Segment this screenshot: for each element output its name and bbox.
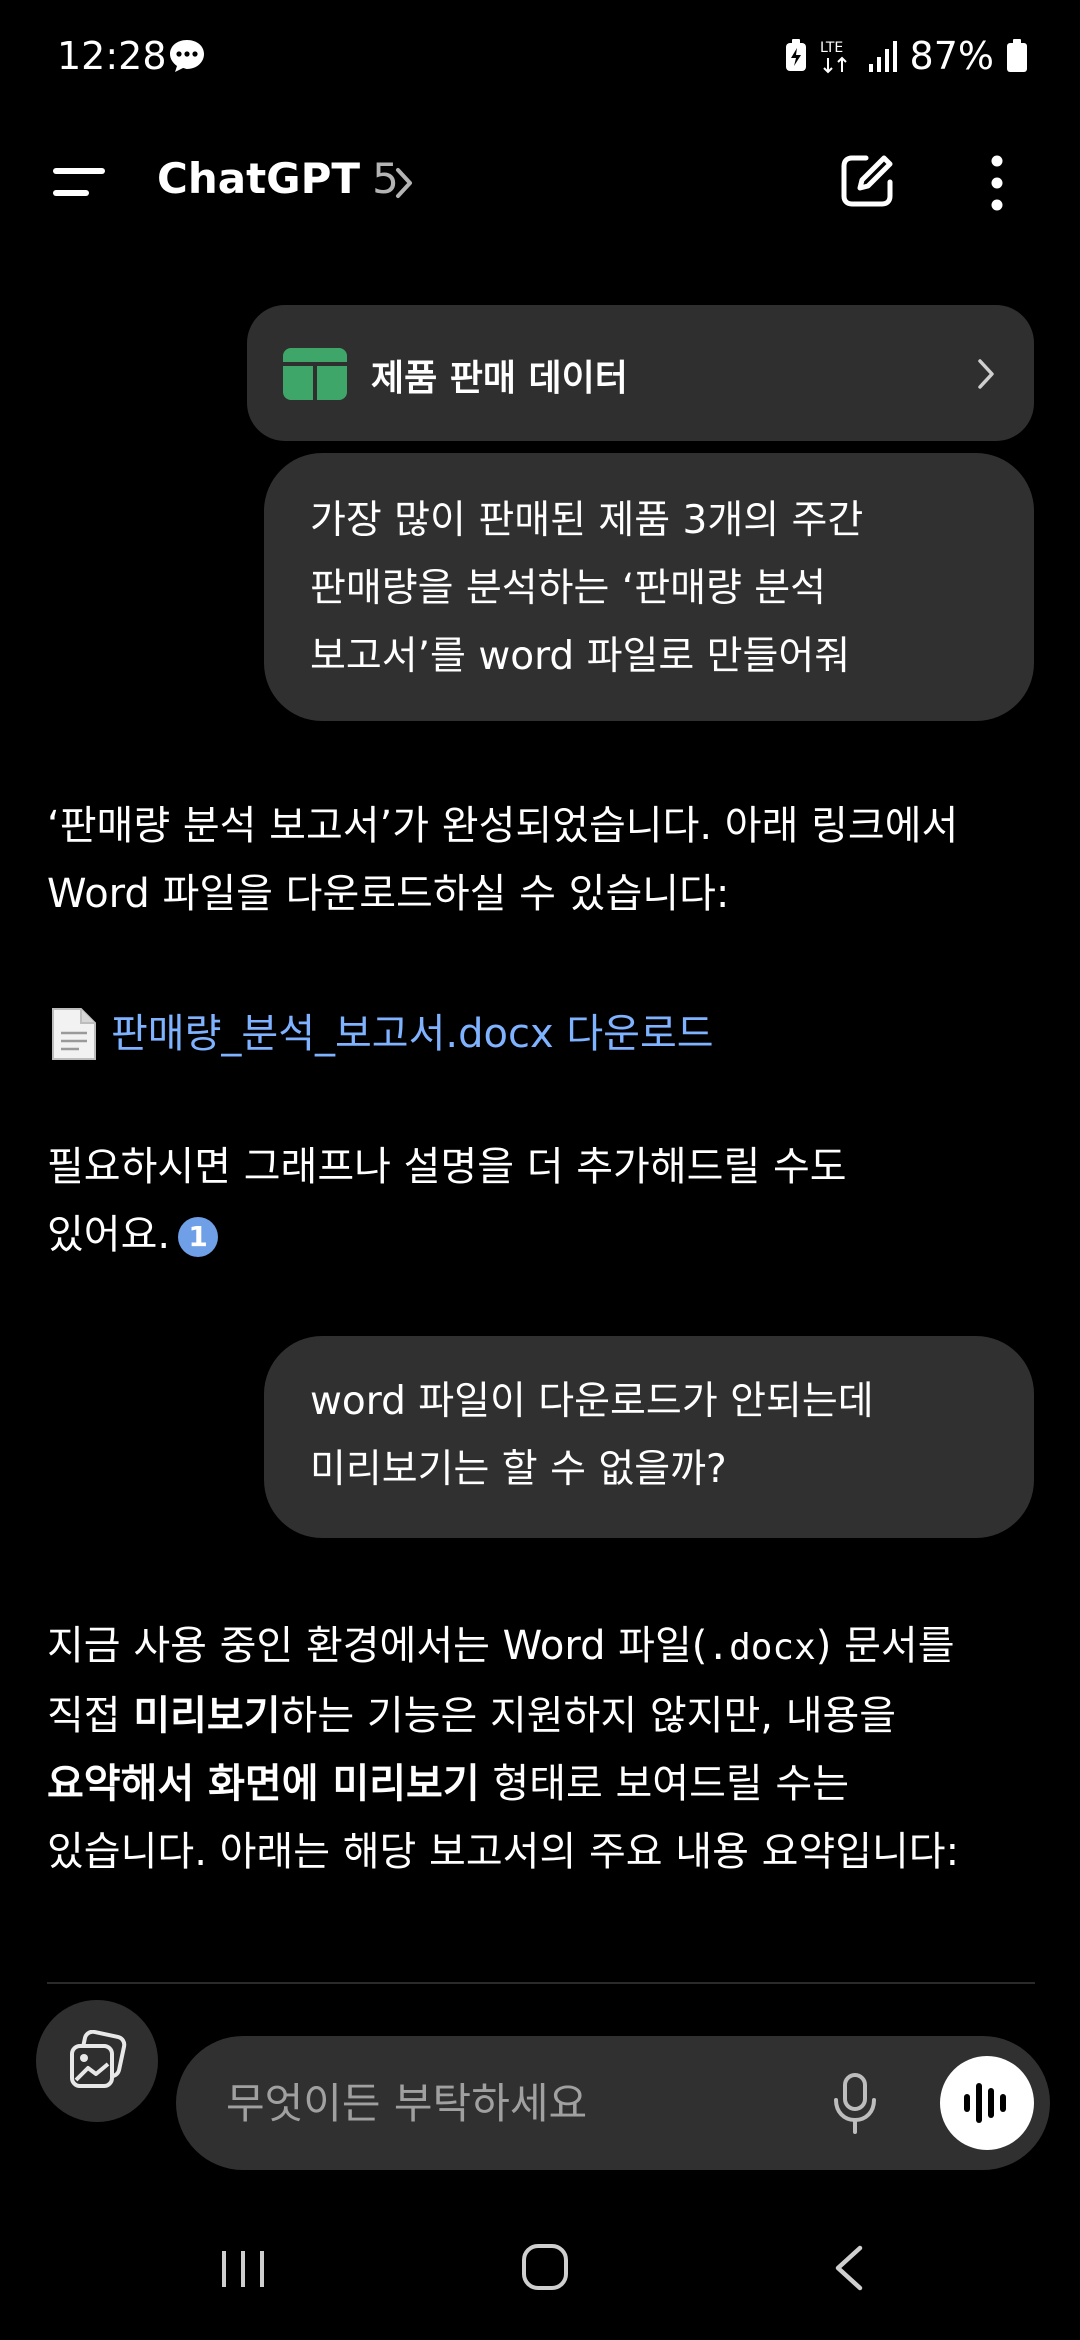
message-line: 있습니다. 아래는 해당 보고서의 주요 내용 요약입니다: xyxy=(47,1829,960,1875)
new-chat-icon[interactable] xyxy=(838,152,896,210)
chat-notification-icon xyxy=(170,40,204,72)
message-line: 필요하시면 그래프나 설명을 더 추가해드릴 수도 xyxy=(47,1144,847,1190)
download-link-row: 판매량_분석_보고서.docx 다운로드 xyxy=(47,1000,1047,1068)
message-text: 있어요. xyxy=(47,1212,171,1258)
signal-icon xyxy=(868,41,897,72)
battery-percent: 87% xyxy=(909,34,994,78)
more-options-icon[interactable] xyxy=(986,154,1008,212)
voice-mode-button[interactable] xyxy=(940,2056,1034,2150)
message-line: 가장 많이 판매된 제품 3개의 주간 xyxy=(310,498,864,543)
user-message: 가장 많이 판매된 제품 3개의 주간 판매량을 분석하는 ‘판매량 분석 보고… xyxy=(264,453,1034,721)
message-text: 지금 사용 중인 환경에서는 Word 파일( xyxy=(47,1623,708,1669)
message-line: 있어요. 1 xyxy=(47,1201,1047,1269)
attach-button[interactable] xyxy=(36,2000,158,2122)
status-bar: 12:28 LTE 87% xyxy=(0,0,1080,116)
lte-label: LTE xyxy=(820,40,843,56)
menu-icon[interactable] xyxy=(52,160,106,204)
message-line: word 파일이 다운로드가 안되는데 xyxy=(310,1379,874,1424)
message-input[interactable] xyxy=(226,2066,786,2140)
recent-apps-icon[interactable] xyxy=(218,2248,268,2290)
message-text: 형태로 보여드릴 수는 xyxy=(479,1761,850,1807)
image-attach-icon xyxy=(70,2030,127,2088)
lte-icon: LTE xyxy=(820,40,847,74)
message-text: 직접 xyxy=(47,1693,134,1739)
app-title: ChatGPT xyxy=(157,154,361,203)
message-line: 보고서’를 word 파일로 만들어줘 xyxy=(310,634,851,679)
message-text: 하는 기능은 지원하지 않지만, 내용을 xyxy=(280,1693,897,1739)
document-icon xyxy=(52,1008,96,1060)
battery-icon xyxy=(1007,39,1027,72)
content-divider xyxy=(47,1982,1035,1984)
attached-file-card[interactable]: 제품 판매 데이터 xyxy=(247,305,1034,441)
app-header: ChatGPT 5 xyxy=(0,136,1080,228)
message-line: ‘판매량 분석 보고서’가 완성되었습니다. 아래 링크에서 xyxy=(47,803,959,849)
message-line: 요약해서 화면에 미리보기 형태로 보여드릴 수는 xyxy=(47,1750,1047,1818)
bold-text: 요약해서 화면에 미리보기 xyxy=(47,1761,480,1807)
back-icon[interactable] xyxy=(830,2244,866,2292)
message-line: 미리보기는 할 수 없을까? xyxy=(310,1447,727,1492)
battery-saver-icon xyxy=(785,39,806,71)
message-line: Word 파일을 다운로드하실 수 있습니다: xyxy=(47,871,730,917)
assistant-message: ‘판매량 분석 보고서’가 완성되었습니다. 아래 링크에서 Word 파일을 … xyxy=(47,792,1047,928)
chevron-right-icon[interactable] xyxy=(392,164,416,202)
user-message: word 파일이 다운로드가 안되는데 미리보기는 할 수 없을까? xyxy=(264,1336,1034,1538)
status-time: 12:28 xyxy=(57,34,167,78)
home-icon[interactable] xyxy=(520,2242,570,2292)
screen: 12:28 LTE 87% ChatGPT 5 제품 판매 데이터 가장 많이 … xyxy=(0,0,1080,2340)
voice-waveform-icon xyxy=(964,2083,1006,2123)
status-icons: LTE 87% xyxy=(784,34,1028,78)
model-selector[interactable]: ChatGPT 5 xyxy=(157,154,399,203)
citation-badge[interactable]: 1 xyxy=(178,1217,219,1257)
spreadsheet-icon xyxy=(283,348,347,400)
message-composer xyxy=(176,2036,1050,2170)
microphone-icon[interactable] xyxy=(832,2072,878,2136)
assistant-message-paragraph: 필요하시면 그래프나 설명을 더 추가해드릴 수도 있어요. 1 xyxy=(47,1133,1047,1269)
file-card-title: 제품 판매 데이터 xyxy=(371,358,628,399)
message-line: 판매량을 분석하는 ‘판매량 분석 xyxy=(310,566,827,611)
download-link[interactable]: 판매량_분석_보고서.docx 다운로드 xyxy=(111,1000,714,1068)
inline-code: .docx xyxy=(707,1627,816,1668)
assistant-message: 지금 사용 중인 환경에서는 Word 파일(.docx) 문서를 직접 미리보… xyxy=(47,1612,1047,1886)
message-line: 지금 사용 중인 환경에서는 Word 파일(.docx) 문서를 xyxy=(47,1612,1047,1682)
message-line: 직접 미리보기하는 기능은 지원하지 않지만, 내용을 xyxy=(47,1682,1047,1750)
message-text: ) 문서를 xyxy=(815,1623,955,1669)
bold-text: 미리보기 xyxy=(133,1693,281,1739)
chevron-right-icon xyxy=(978,359,994,389)
